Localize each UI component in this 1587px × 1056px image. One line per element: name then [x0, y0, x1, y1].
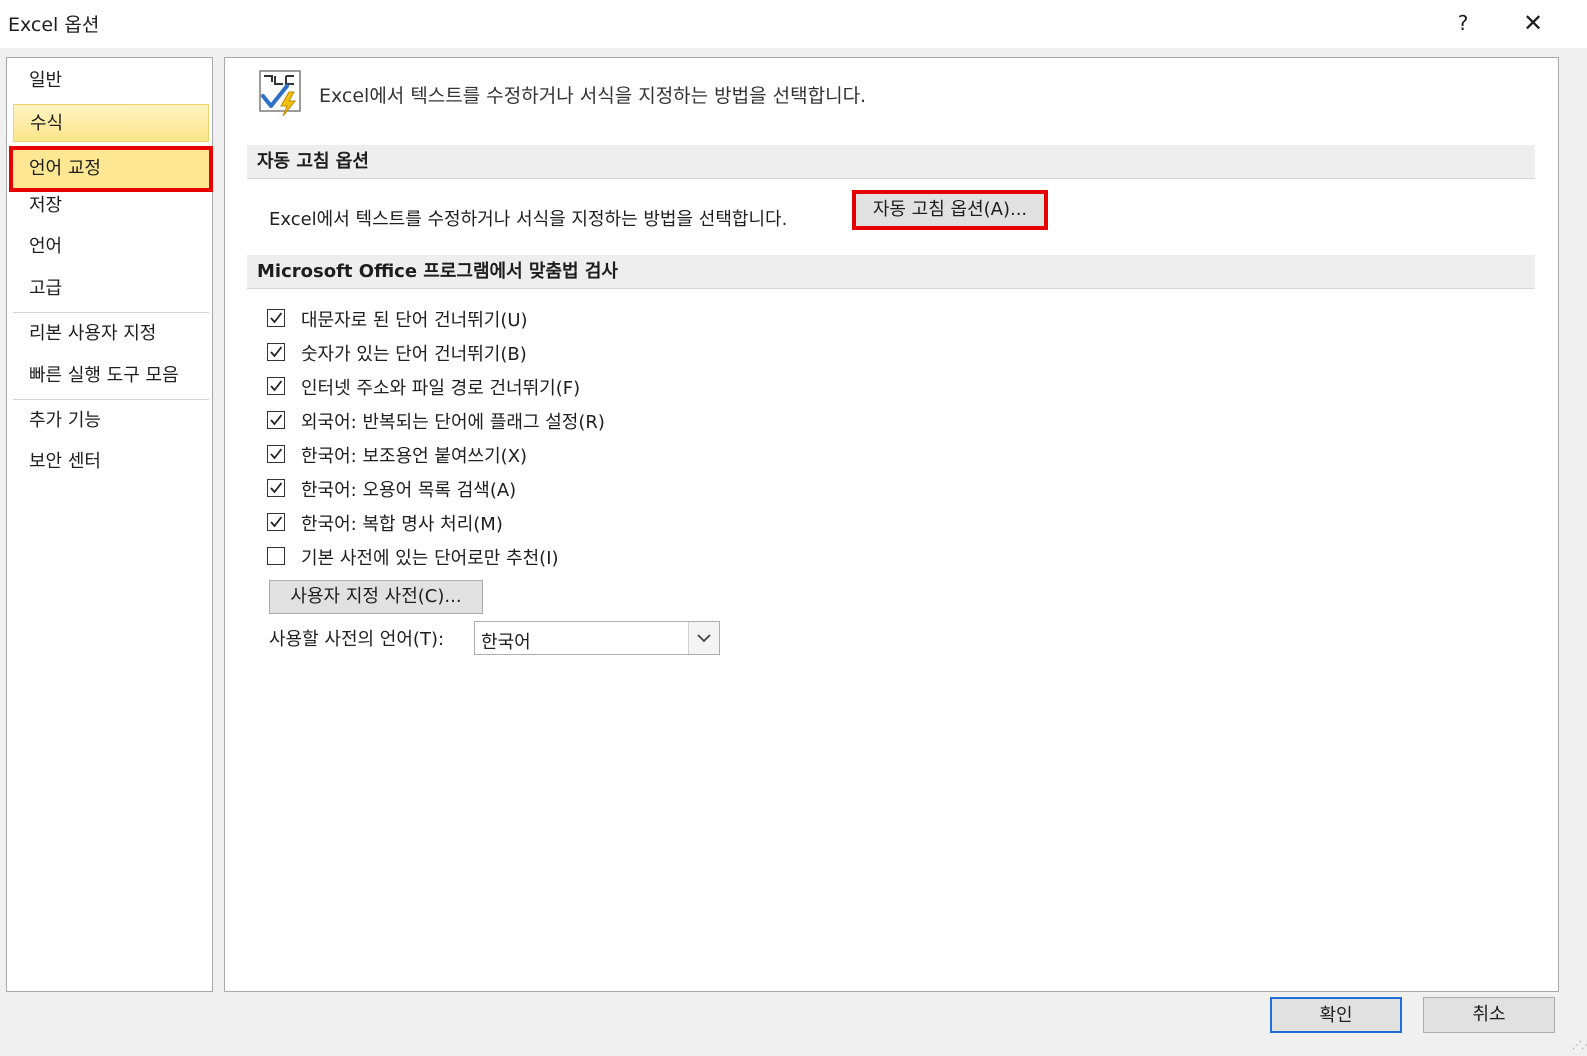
sidebar-item-proofing[interactable]: 언어 교정	[9, 146, 213, 192]
sidebar-item-formulas[interactable]: 수식	[13, 104, 209, 142]
autocorrect-description: Excel에서 텍스트를 수정하거나 서식을 지정하는 방법을 선택합니다.	[269, 209, 788, 230]
sidebar-item-quick-access-toolbar[interactable]: 빠른 실행 도구 모음	[13, 357, 209, 395]
sidebar-item-trust-center[interactable]: 보안 센터	[13, 443, 209, 481]
autocorrect-section-header: 자동 고침 옵션	[247, 145, 1535, 179]
abc-check-proofing-icon	[259, 70, 301, 116]
checkbox-checked[interactable]	[267, 411, 285, 429]
checkbox-checked[interactable]	[267, 343, 285, 361]
category-sidebar: 일반 수식 언어 교정 저장 언어 고급 리본 사용자 지정 빠른 실행 도구 …	[6, 57, 213, 992]
chevron-down-icon[interactable]	[688, 622, 719, 654]
title-bar: Excel 옵션 ? ✕	[0, 0, 1587, 48]
checkbox-checked[interactable]	[267, 445, 285, 463]
sidebar-item-customize-ribbon[interactable]: 리본 사용자 지정	[13, 315, 209, 353]
cancel-button[interactable]: 취소	[1423, 997, 1555, 1033]
dictionary-language-select[interactable]: 한국어	[474, 621, 720, 655]
dictionary-language-value: 한국어	[481, 632, 531, 653]
sidebar-divider	[13, 312, 209, 313]
sidebar-item-general[interactable]: 일반	[13, 62, 209, 100]
checkbox-label: 대문자로 된 단어 건너뛰기(U)	[301, 310, 528, 331]
checkbox-checked[interactable]	[267, 479, 285, 497]
close-button[interactable]: ✕	[1515, 8, 1551, 38]
checkbox-label: 인터넷 주소와 파일 경로 건너뛰기(F)	[301, 378, 581, 399]
sidebar-divider	[13, 399, 209, 400]
ok-button[interactable]: 확인	[1270, 997, 1402, 1033]
checkbox-label: 한국어: 보조용언 붙여쓰기(X)	[301, 446, 528, 467]
spelling-section-header: Microsoft Office 프로그램에서 맞춤법 검사	[247, 255, 1535, 289]
checkbox-checked[interactable]	[267, 377, 285, 395]
sidebar-item-save[interactable]: 저장	[13, 187, 209, 225]
dictionary-language-label: 사용할 사전의 언어(T):	[269, 629, 445, 650]
help-button[interactable]: ?	[1448, 8, 1478, 38]
resize-grip-icon[interactable]: ⋰⋰	[1572, 1040, 1587, 1051]
proofing-panel: Excel에서 텍스트를 수정하거나 서식을 지정하는 방법을 선택합니다. 자…	[224, 57, 1559, 992]
checkbox-label: 기본 사전에 있는 단어로만 추천(I)	[301, 548, 559, 569]
checkbox-label: 숫자가 있는 단어 건너뛰기(B)	[301, 344, 527, 365]
autocorrect-options-button[interactable]: 자동 고침 옵션(A)...	[852, 190, 1048, 230]
sidebar-item-language[interactable]: 언어	[13, 228, 209, 266]
sidebar-item-add-ins[interactable]: 추가 기능	[13, 402, 209, 440]
checkbox-label: 외국어: 반복되는 단어에 플래그 설정(R)	[301, 412, 605, 433]
checkbox-unchecked[interactable]	[267, 547, 285, 565]
checkbox-checked[interactable]	[267, 513, 285, 531]
sidebar-item-advanced[interactable]: 고급	[13, 270, 209, 308]
checkbox-checked[interactable]	[267, 309, 285, 327]
window-title: Excel 옵션	[8, 14, 100, 36]
custom-dictionaries-button[interactable]: 사용자 지정 사전(C)...	[269, 580, 483, 614]
checkbox-label: 한국어: 복합 명사 처리(M)	[301, 514, 503, 535]
header-description: Excel에서 텍스트를 수정하거나 서식을 지정하는 방법을 선택합니다.	[319, 85, 867, 107]
checkbox-label: 한국어: 오용어 목록 검색(A)	[301, 480, 517, 501]
